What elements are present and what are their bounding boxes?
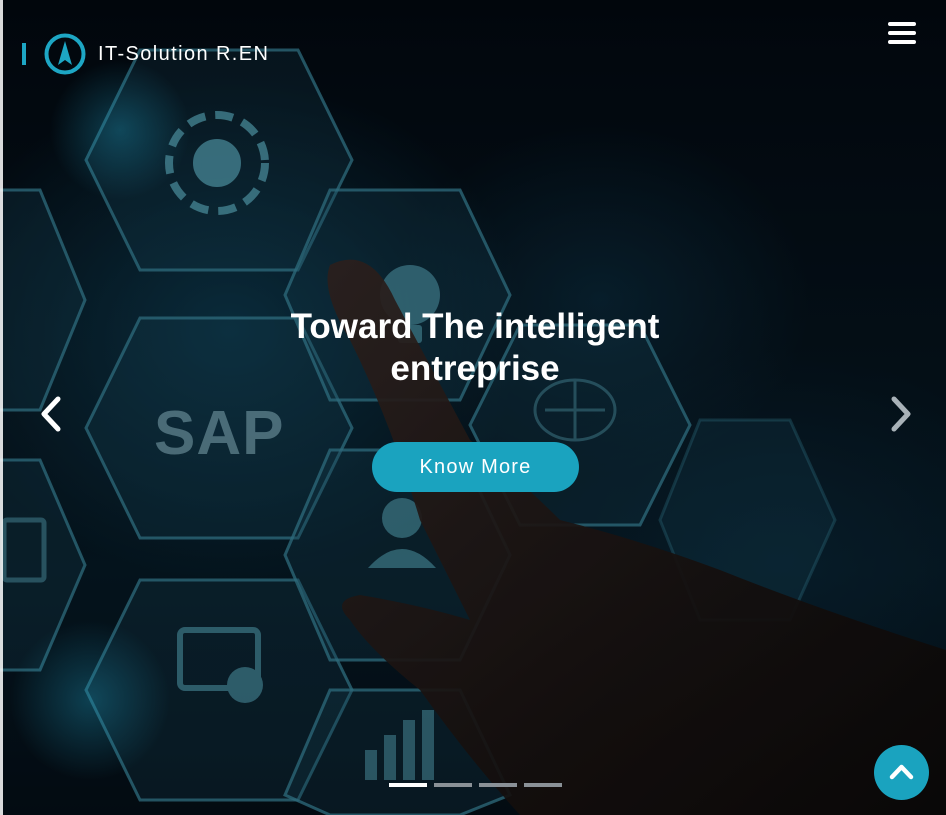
hero-title: Toward The intelligent entreprise	[200, 306, 750, 390]
hero-title-line-2: entreprise	[390, 349, 560, 388]
brand-accent-bar	[22, 43, 26, 65]
know-more-button[interactable]: Know More	[372, 442, 579, 492]
carousel-indicator[interactable]	[479, 783, 517, 787]
scroll-to-top-button[interactable]	[874, 745, 929, 800]
carousel-indicators	[389, 783, 564, 787]
brand-name: IT-Solution R.EN	[98, 42, 270, 65]
hero-carousel: SAP IT-Solution R.EN Toward The intellig…	[0, 0, 946, 815]
carousel-indicator[interactable]	[434, 783, 472, 787]
brand-logo-link[interactable]: IT-Solution R.EN	[22, 32, 269, 76]
chevron-up-icon	[889, 764, 914, 780]
left-edge-line	[0, 0, 3, 815]
hero-title-line-1: Toward The intelligent	[290, 307, 660, 346]
carousel-indicator[interactable]	[389, 783, 427, 787]
hamburger-menu-icon[interactable]	[888, 22, 918, 48]
hero-background-image	[0, 0, 946, 815]
sap-hex-label: SAP	[154, 399, 285, 468]
chevron-right-icon[interactable]	[886, 395, 916, 433]
chevron-left-icon[interactable]	[36, 395, 66, 433]
ring-logo-icon	[44, 33, 86, 75]
carousel-indicator[interactable]	[524, 783, 562, 787]
